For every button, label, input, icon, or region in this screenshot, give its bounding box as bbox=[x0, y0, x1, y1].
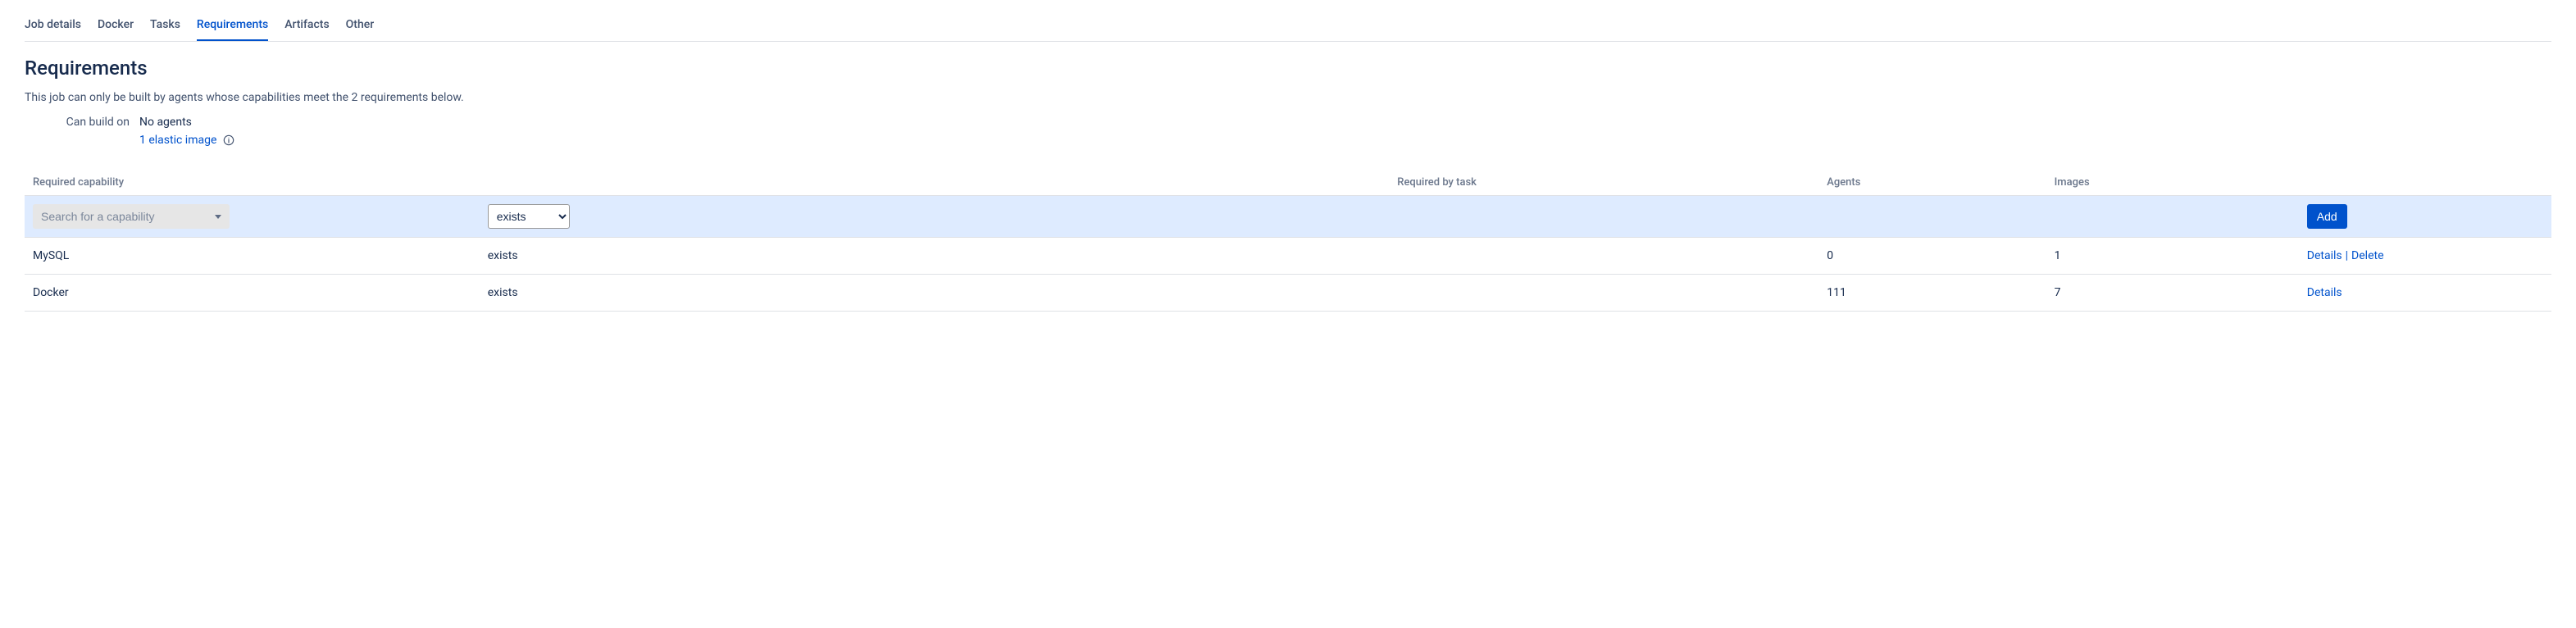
required-by-task-cell bbox=[1389, 275, 1818, 312]
details-link[interactable]: Details bbox=[2307, 249, 2342, 262]
tab-tasks[interactable]: Tasks bbox=[150, 18, 180, 41]
capability-cell: MySQL bbox=[25, 238, 480, 275]
actions-cell: Details|Delete bbox=[2299, 238, 2551, 275]
tab-other[interactable]: Other bbox=[346, 18, 375, 41]
condition-cell: exists bbox=[480, 275, 1390, 312]
can-build-on-label: Can build on bbox=[25, 116, 139, 129]
table-row: MySQL exists 0 1 Details|Delete bbox=[25, 238, 2551, 275]
capability-search-input[interactable] bbox=[41, 210, 215, 223]
add-button[interactable]: Add bbox=[2307, 204, 2347, 229]
page-title: Requirements bbox=[25, 57, 2551, 80]
images-cell: 1 bbox=[2046, 238, 2299, 275]
tab-artifacts[interactable]: Artifacts bbox=[284, 18, 329, 41]
agents-cell: 111 bbox=[1818, 275, 2046, 312]
chevron-down-icon bbox=[215, 215, 221, 219]
condition-cell: exists bbox=[480, 238, 1390, 275]
tab-requirements[interactable]: Requirements bbox=[197, 18, 268, 41]
action-separator: | bbox=[2342, 249, 2351, 262]
col-header-images: Images bbox=[2046, 170, 2299, 196]
details-link[interactable]: Details bbox=[2307, 286, 2342, 299]
actions-cell: Details bbox=[2299, 275, 2551, 312]
capability-cell: Docker bbox=[25, 275, 480, 312]
col-header-agents: Agents bbox=[1818, 170, 2046, 196]
table-row: Docker exists 111 7 Details bbox=[25, 275, 2551, 312]
page-description: This job can only be built by agents who… bbox=[25, 91, 2551, 104]
agents-cell: 0 bbox=[1818, 238, 2046, 275]
can-build-on-agents: No agents bbox=[139, 116, 2551, 129]
info-icon[interactable] bbox=[223, 134, 234, 146]
tab-docker[interactable]: Docker bbox=[98, 18, 134, 41]
col-header-actions bbox=[2299, 170, 2551, 196]
images-cell: 7 bbox=[2046, 275, 2299, 312]
build-info: Can build on No agents 1 elastic image bbox=[25, 116, 2551, 147]
col-header-capability: Required capability bbox=[25, 170, 1389, 196]
delete-link[interactable]: Delete bbox=[2351, 249, 2383, 262]
capability-search[interactable] bbox=[33, 204, 230, 229]
col-header-required-by-task: Required by task bbox=[1389, 170, 1818, 196]
elastic-image-link[interactable]: 1 elastic image bbox=[139, 134, 216, 147]
filter-row: exists Add bbox=[25, 196, 2551, 238]
required-by-task-cell bbox=[1389, 238, 1818, 275]
condition-select[interactable]: exists bbox=[488, 204, 570, 229]
tabs-bar: Job details Docker Tasks Requirements Ar… bbox=[25, 0, 2551, 42]
requirements-table: Required capability Required by task Age… bbox=[25, 170, 2551, 312]
tab-job-details[interactable]: Job details bbox=[25, 18, 81, 41]
